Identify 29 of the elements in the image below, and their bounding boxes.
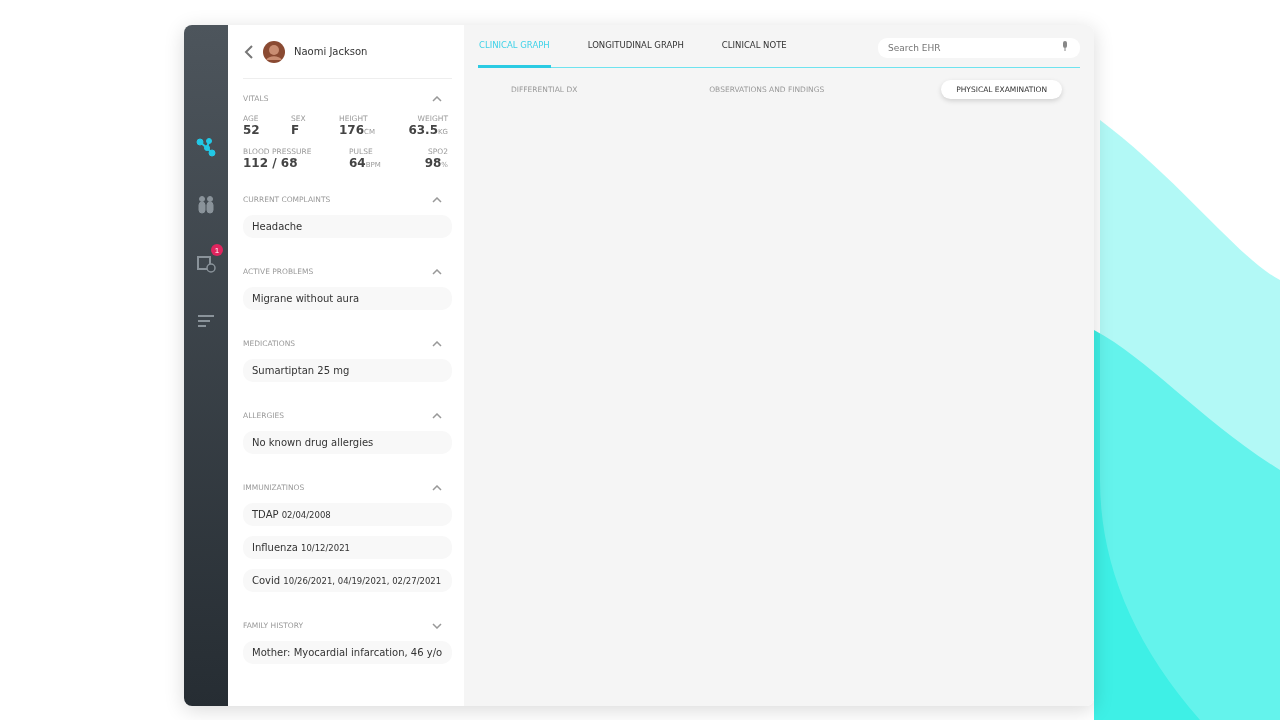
tab[interactable]: LONGITUDINAL GRAPH — [586, 25, 685, 68]
vital-value: 52 — [243, 123, 261, 137]
graph-icon[interactable] — [196, 137, 216, 157]
list-item: Migrane without aura — [243, 287, 452, 310]
people-icon[interactable] — [196, 195, 216, 215]
list-item: TDAP 02/04/2008 — [243, 503, 452, 526]
vital-value: F — [291, 123, 301, 137]
list-item: Headache — [243, 215, 452, 238]
tab[interactable]: CLINICAL NOTE — [720, 25, 788, 68]
chevron-icon[interactable] — [432, 622, 442, 629]
chevron-icon[interactable] — [432, 196, 442, 203]
list-item: No known drug allergies — [243, 431, 452, 454]
chevron-icon[interactable] — [432, 340, 442, 347]
patient-name: Naomi Jackson — [294, 46, 368, 57]
vital-value: 112 / 68 — [243, 156, 299, 170]
chevron-icon[interactable] — [432, 412, 442, 419]
chevron-icon[interactable] — [432, 484, 442, 491]
list-item: Mother: Myocardial infarcation, 46 y/o — [243, 641, 452, 664]
notification-badge: 1 — [211, 244, 223, 256]
calendar-icon[interactable] — [196, 253, 216, 273]
avatar — [263, 40, 285, 63]
list-item: Influenza 10/12/2021 — [243, 536, 452, 559]
back-icon[interactable] — [244, 44, 254, 59]
chevron-icon[interactable] — [432, 268, 442, 275]
chevron-icon[interactable] — [432, 95, 442, 102]
list-item: Sumartiptan 25 mg — [243, 359, 452, 382]
microphone-icon[interactable] — [1062, 41, 1068, 51]
list-item: Covid 10/26/2021, 04/19/2021, 02/27/2021 — [243, 569, 452, 592]
search-field[interactable]: Search EHR — [878, 38, 1080, 58]
